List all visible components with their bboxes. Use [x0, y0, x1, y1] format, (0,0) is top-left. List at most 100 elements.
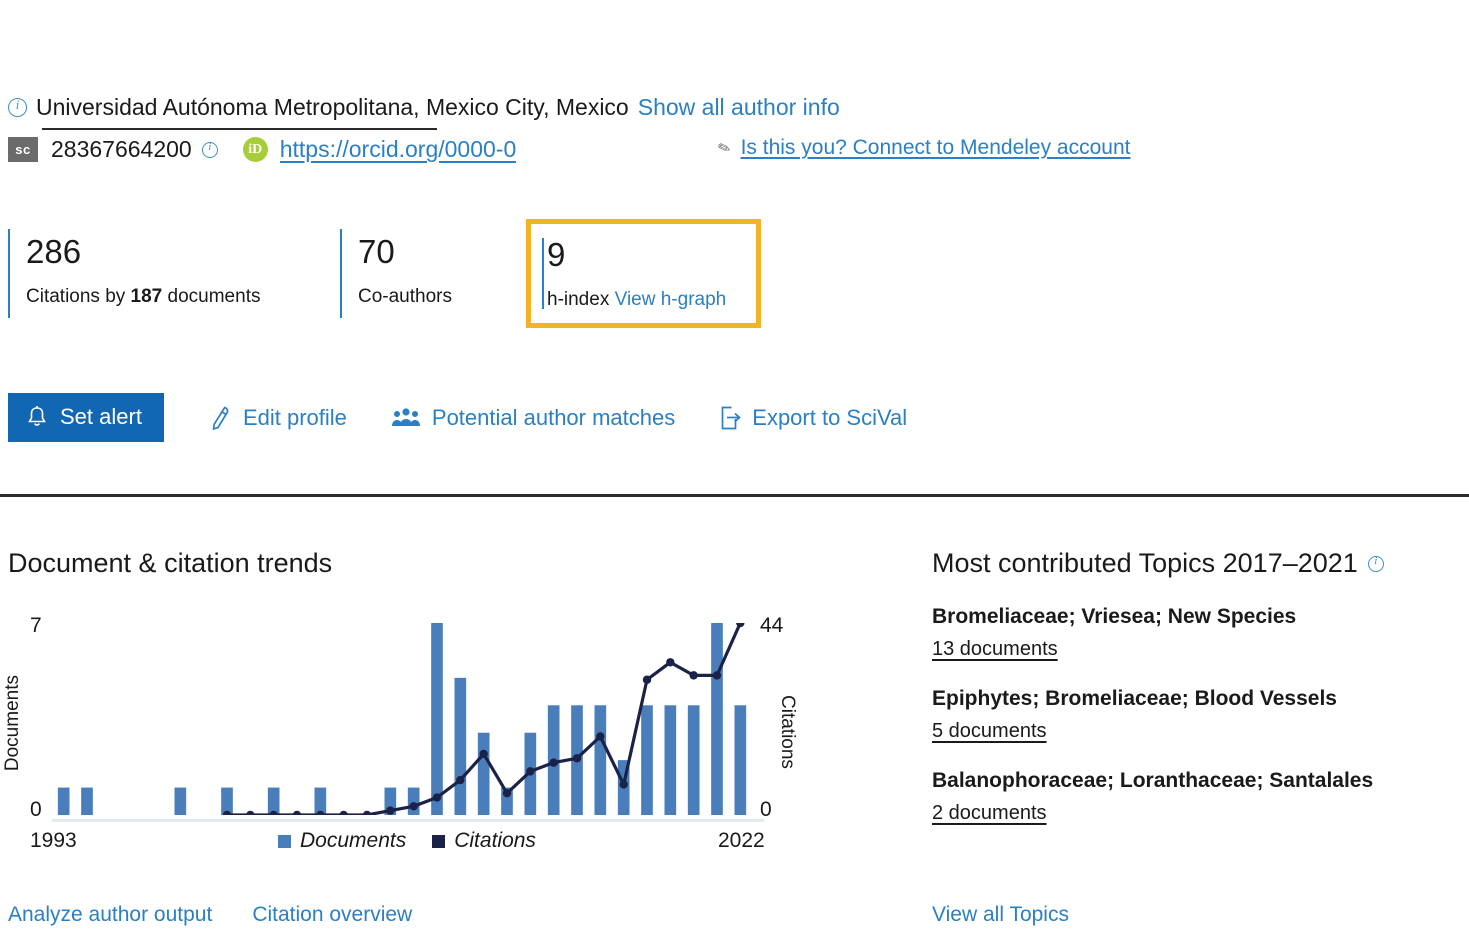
chart-bar [431, 623, 443, 815]
chart-bar [734, 705, 747, 815]
topics-panel-title: Most contributed Topics 2017–2021 [932, 548, 1358, 578]
show-all-author-info-link[interactable]: Show all author info [638, 94, 840, 121]
citing-documents-count: 187 [130, 285, 163, 307]
chart-point [596, 732, 605, 741]
chart-point [339, 810, 348, 815]
chart-point [292, 810, 302, 815]
legend-swatch-citations [432, 834, 446, 848]
chart-point [362, 810, 372, 815]
set-alert-label: Set alert [60, 404, 142, 429]
analyze-author-output-link[interactable]: Analyze author output [8, 903, 212, 927]
topic-documents-link[interactable]: 5 documents [932, 720, 1047, 743]
people-icon [391, 407, 421, 429]
chart-point [619, 780, 628, 789]
citations-label: Citations by 187 documents [26, 285, 261, 307]
hindex-label: h-index [547, 288, 610, 310]
y2-axis-title: Citations [777, 695, 798, 769]
chart-point [386, 806, 395, 815]
chart-bar [477, 732, 490, 815]
topic-name: Epiphytes; Bromeliaceae; Blood Vessels [932, 687, 1337, 710]
export-to-scival-label: Export to SciVal [752, 404, 908, 430]
chart-point [456, 775, 465, 785]
citation-overview-link[interactable]: Citation overview [252, 903, 412, 927]
affiliation-name: Universidad Autónoma Metropolitana, Mexi… [36, 94, 629, 120]
chart-bar [711, 623, 723, 815]
chart-point [409, 802, 418, 811]
export-to-scival-button[interactable]: Export to SciVal [719, 405, 907, 431]
chart-bar [407, 787, 420, 815]
chart-bar [454, 677, 467, 815]
edit-profile-label: Edit profile [242, 404, 347, 430]
coauthors-count: 70 [358, 233, 395, 270]
chart-point [549, 758, 558, 767]
edit-profile-button[interactable]: Edit profile [208, 405, 347, 431]
metric-citations: 286 Citations by 187 documents [8, 219, 340, 328]
affiliation-row: Universidad Autónoma Metropolitana, Mexi… [8, 94, 840, 121]
section-divider [0, 494, 1469, 497]
orcid-icon: iD [242, 137, 268, 162]
legend-label-citations: Citations [454, 829, 536, 852]
legend-item-documents: Documents [278, 829, 406, 853]
topic-documents-link[interactable]: 13 documents [932, 638, 1058, 661]
set-alert-button[interactable]: Set alert [8, 393, 164, 442]
author-id-row: sc 28367664200 iD https://orcid.org/0000… [8, 134, 516, 165]
legend-item-citations: Citations [432, 829, 536, 853]
y-axis-title: Documents [2, 675, 23, 772]
x-axis-start-label: 1993 [30, 829, 77, 852]
topics-footer: View all Topics [932, 903, 1069, 927]
chart-point [432, 793, 442, 802]
x-axis-end-label: 2022 [718, 829, 765, 852]
topic-documents-link[interactable]: 2 documents [932, 802, 1047, 825]
chart-point [712, 671, 722, 680]
metric-hindex: 9 h-index View h-graph [526, 219, 762, 328]
mendeley-connect-row: ✎ Is this you? Connect to Mendeley accou… [715, 136, 1131, 160]
chart-point [526, 767, 535, 776]
citations-count: 286 [26, 233, 82, 270]
info-icon[interactable] [8, 97, 27, 117]
view-h-graph-link[interactable]: View h-graph [615, 289, 727, 310]
author-id-info-icon[interactable] [201, 141, 218, 158]
chart-bar [81, 787, 93, 815]
bell-icon [26, 405, 48, 429]
topics-header: Most contributed Topics 2017–2021 [932, 548, 1452, 579]
orcid-link[interactable]: https://orcid.org/0000-0 [280, 134, 517, 165]
author-profile-page: Universidad Autónoma Metropolitana, Mexi… [0, 0, 1469, 945]
chart-bar [687, 705, 700, 815]
affiliation-underline [42, 128, 437, 130]
pencil-icon [208, 405, 232, 431]
x-axis-line [52, 819, 764, 822]
topics-info-icon[interactable] [1367, 555, 1384, 572]
pen-icon: ✎ [715, 138, 734, 159]
chart-point [479, 749, 488, 759]
most-contributed-topics-panel: Most contributed Topics 2017–2021 Bromel… [932, 548, 1452, 825]
hindex-label-row: h-index View h-graph [547, 289, 726, 311]
trends-chart: 7 0 Documents 44 0 Citations 1993 2022 D… [2, 614, 808, 853]
author-id-value: 28367664200 [51, 136, 192, 162]
chart-footer-links: Analyze author output Citation overview [8, 903, 412, 927]
chart-bar [594, 705, 607, 815]
topic-item: Balanophoraceae; Loranthaceae; Santalale… [932, 769, 1452, 825]
y2-axis-max-label: 44 [760, 614, 784, 637]
coauthors-label: Co-authors [358, 285, 452, 307]
chart-point [689, 671, 698, 680]
chart-legend: Documents Citations [278, 829, 536, 853]
scopus-badge-icon: sc [8, 137, 38, 162]
chart-point [642, 675, 652, 684]
chart-point [666, 658, 675, 667]
mendeley-connect-link[interactable]: Is this you? Connect to Mendeley account [741, 136, 1131, 160]
export-icon [719, 405, 742, 431]
action-toolbar: Set alert Edit profile Potential author … [8, 393, 907, 442]
potential-author-matches-button[interactable]: Potential author matches [391, 405, 675, 431]
y-axis-min-label: 0 [30, 798, 42, 821]
chart-bar [641, 705, 653, 815]
chart-panel-title: Document & citation trends [8, 548, 333, 578]
metrics-row: 286 Citations by 187 documents 70 Co-aut… [8, 219, 762, 328]
chart-point [246, 810, 255, 815]
chart-bar [174, 787, 187, 815]
chart-point [502, 788, 512, 798]
view-all-topics-link[interactable]: View all Topics [932, 903, 1069, 926]
potential-author-matches-label: Potential author matches [431, 404, 676, 430]
legend-swatch-documents [278, 834, 291, 848]
metric-coauthors: 70 Co-authors [340, 219, 520, 328]
topic-item: Epiphytes; Bromeliaceae; Blood Vessels 5… [932, 687, 1452, 743]
